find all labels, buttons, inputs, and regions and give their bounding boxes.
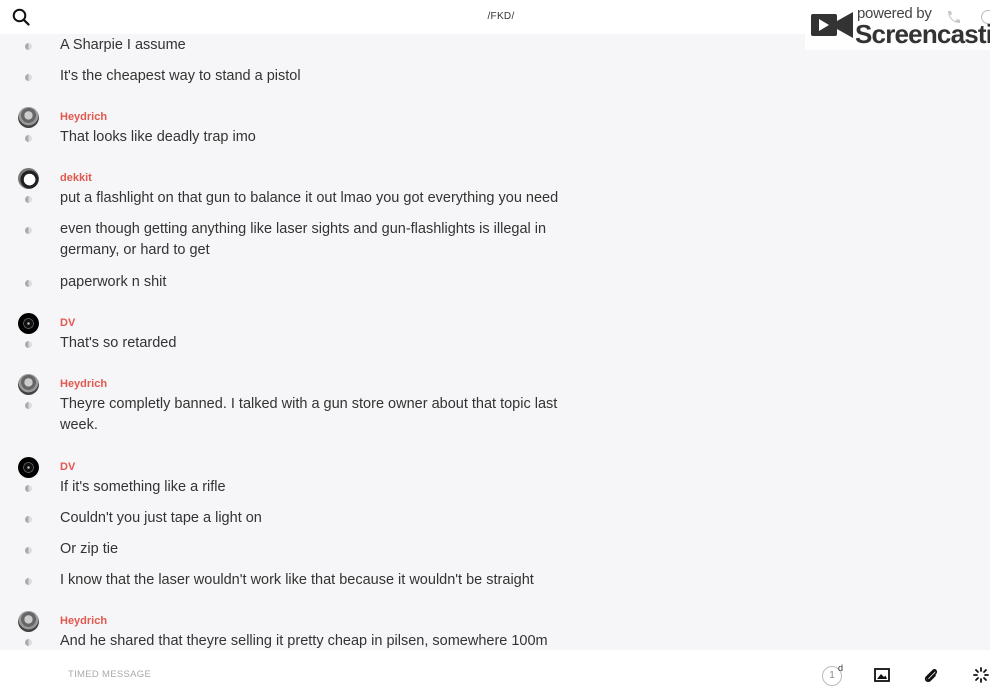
message-text: Or zip tie — [60, 541, 119, 557]
sender-name[interactable]: dekkit — [60, 172, 92, 184]
message-text: paperwork n shit — [60, 274, 167, 290]
message-text: even though getting anything like laser … — [60, 221, 547, 258]
sender-name[interactable]: Heydrich — [60, 615, 107, 627]
message-text: Couldn't you just tape a light on — [60, 510, 262, 526]
image-icon[interactable] — [873, 666, 891, 684]
avatar-heydrich[interactable] — [18, 374, 39, 395]
message-text: It's the cheapest way to stand a pistol — [60, 68, 301, 84]
sender-name[interactable]: DV — [60, 317, 75, 329]
message-text: Theyre completly banned. I talked with a… — [60, 396, 558, 433]
sender-name[interactable]: Heydrich — [60, 378, 107, 390]
message-text: That looks like deadly trap imo — [60, 129, 256, 145]
camera-logo-icon — [811, 12, 853, 38]
message-input[interactable]: TIMED MESSAGE — [68, 669, 151, 680]
message-text: That's so retarded — [60, 335, 177, 351]
status-icon — [25, 135, 32, 142]
loading-icon[interactable] — [972, 666, 990, 684]
status-icon — [25, 578, 32, 585]
status-icon — [25, 74, 32, 81]
info-icon[interactable] — [981, 10, 990, 24]
message-text: And he shared that theyre selling it pre… — [60, 633, 548, 649]
status-icon — [25, 227, 32, 234]
status-icon — [25, 485, 32, 492]
status-icon — [25, 280, 32, 287]
avatar-dv[interactable] — [18, 457, 39, 478]
composer-bar: TIMED MESSAGE 1 d — [0, 650, 990, 700]
sender-name[interactable]: DV — [60, 461, 75, 473]
avatar-heydrich[interactable] — [18, 611, 39, 632]
status-icon — [25, 43, 32, 50]
message-list[interactable]: A Sharpie I assume It's the cheapest way… — [0, 34, 990, 650]
message-text: A Sharpie I assume — [60, 37, 186, 53]
status-icon — [25, 341, 32, 348]
avatar-heydrich[interactable] — [18, 107, 39, 128]
watermark-brand: Screencastify — [855, 19, 990, 49]
paperclip-icon[interactable] — [922, 666, 940, 684]
message-text: If it's something like a rifle — [60, 479, 226, 495]
status-icon — [25, 516, 32, 523]
status-icon — [25, 196, 32, 203]
ttl-unit: d — [838, 663, 844, 673]
status-icon — [25, 639, 32, 646]
screencastify-watermark: powered by Screencastify — [805, 0, 990, 50]
avatar-dv[interactable] — [18, 313, 39, 334]
message-text: I know that the laser wouldn't work like… — [60, 572, 534, 588]
sender-name[interactable]: Heydrich — [60, 111, 107, 123]
status-icon — [25, 402, 32, 409]
avatar-dekkit[interactable] — [18, 168, 39, 189]
status-icon — [25, 547, 32, 554]
phone-icon[interactable] — [945, 10, 961, 24]
message-text: put a flashlight on that gun to balance … — [60, 190, 559, 206]
